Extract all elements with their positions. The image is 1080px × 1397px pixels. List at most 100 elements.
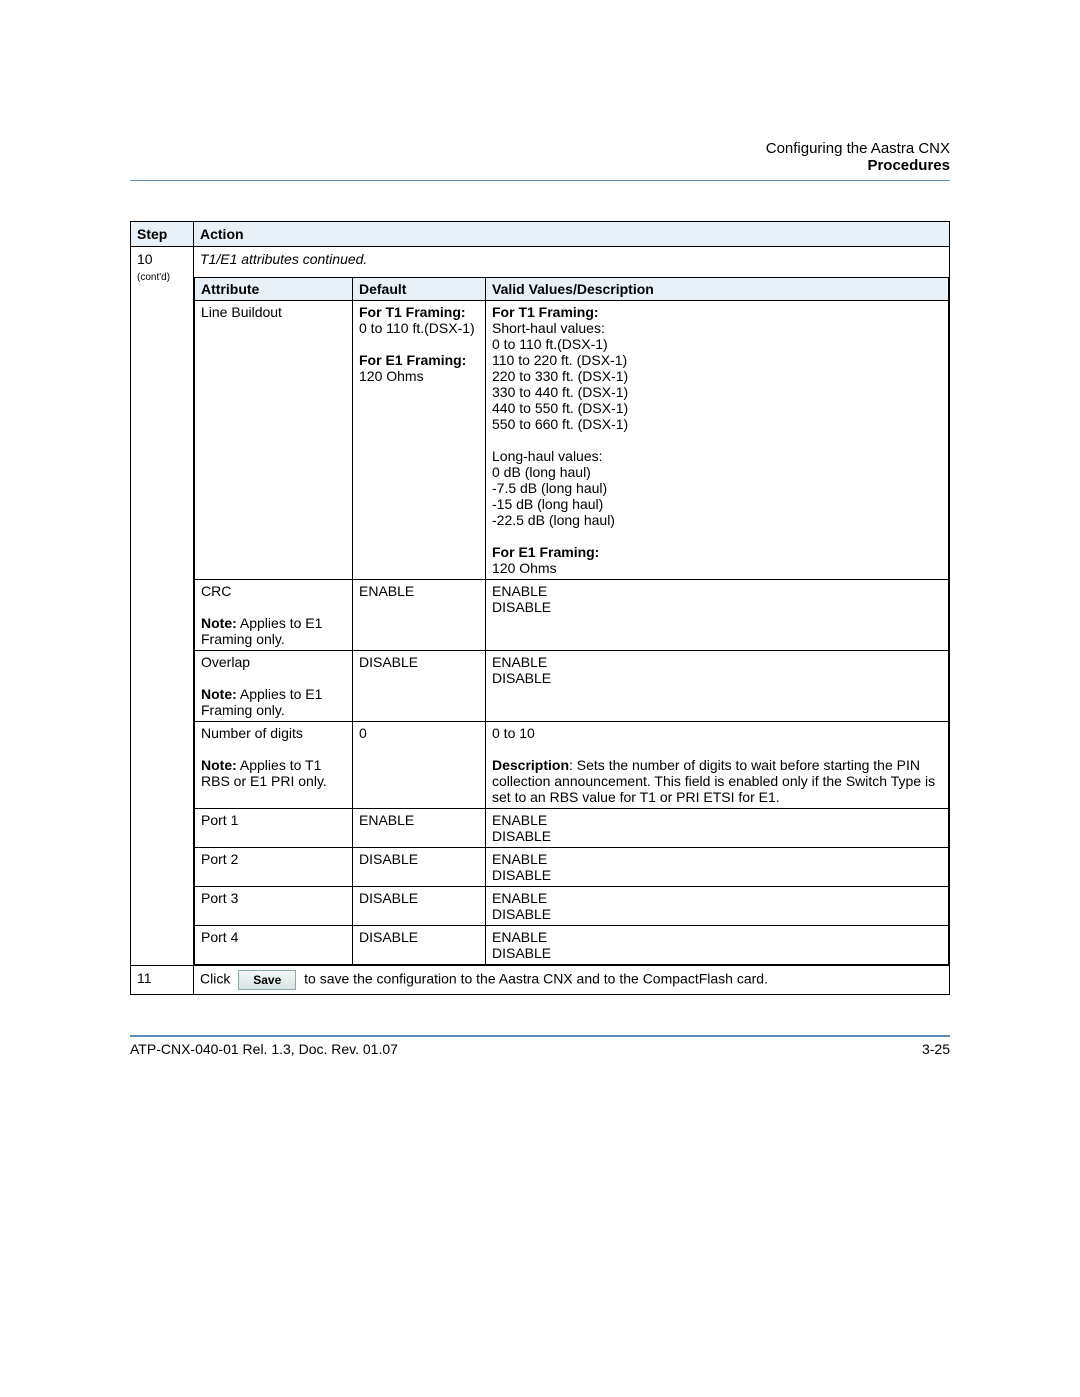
v2: DISABLE [492,828,551,844]
v-s1: 0 to 110 ft.(DSX-1) [492,336,608,352]
inner-header-row: Attribute Default Valid Values/Descripti… [195,278,949,301]
page-footer: ATP-CNX-040-01 Rel. 1.3, Doc. Rev. 01.07… [130,1035,950,1057]
desc-label: Description [492,757,569,773]
attr-valid: ENABLE DISABLE [486,580,949,651]
attr-default: DISABLE [353,887,486,926]
v-e1-label: For E1 Framing: [492,544,599,560]
row-port-2: Port 2 DISABLE ENABLE DISABLE [195,848,949,887]
attr-default: DISABLE [353,848,486,887]
attr-name: Port 2 [195,848,353,887]
def-t1-label: For T1 Framing: [359,304,466,320]
footer-rule [130,1035,950,1037]
attr-name: Overlap Note: Applies to E1 Framing only… [195,651,353,722]
row-port-3: Port 3 DISABLE ENABLE DISABLE [195,887,949,926]
row-crc: CRC Note: Applies to E1 Framing only. EN… [195,580,949,651]
attr-default: ENABLE [353,809,486,848]
footer-page-number: 3-25 [922,1041,950,1057]
v-l4: -22.5 dB (long haul) [492,512,615,528]
table-header-row: Step Action [131,222,950,247]
col-default: Default [353,278,486,301]
attr-name: Line Buildout [195,301,353,580]
step-10-row: 10 (cont'd) T1/E1 attributes continued. … [131,247,950,966]
attr-valid: 0 to 10 Description: Sets the number of … [486,722,949,809]
attr-valid: ENABLE DISABLE [486,651,949,722]
attr-valid: ENABLE DISABLE [486,926,949,965]
v2: DISABLE [492,906,551,922]
page: Configuring the Aastra CNX Procedures St… [0,0,1080,1397]
v-s5: 440 to 550 ft. (DSX-1) [492,400,628,416]
attr-default: 0 [353,722,486,809]
attr-valid: ENABLE DISABLE [486,887,949,926]
step-contd: (cont'd) [137,272,170,283]
step-number: 10 [137,251,153,267]
v2: DISABLE [492,599,551,615]
save-button[interactable]: Save [238,970,296,990]
attr-valid: For T1 Framing: Short-haul values: 0 to … [486,301,949,580]
attr-name: Port 1 [195,809,353,848]
col-valid: Valid Values/Description [486,278,949,301]
v1: ENABLE [492,929,547,945]
v-e1-val: 120 Ohms [492,560,557,576]
v1: ENABLE [492,583,547,599]
v1: ENABLE [492,851,547,867]
v2: DISABLE [492,867,551,883]
def-t1-val: 0 to 110 ft.(DSX-1) [359,320,475,336]
attr-name: Port 3 [195,887,353,926]
v-range: 0 to 10 [492,725,535,741]
row-num-digits: Number of digits Note: Applies to T1 RBS… [195,722,949,809]
col-attribute: Attribute [195,278,353,301]
v1: ENABLE [492,812,547,828]
attr-text: CRC [201,583,231,599]
row-port-1: Port 1 ENABLE ENABLE DISABLE [195,809,949,848]
attr-name: CRC Note: Applies to E1 Framing only. [195,580,353,651]
row-overlap: Overlap Note: Applies to E1 Framing only… [195,651,949,722]
v2: DISABLE [492,945,551,961]
attr-valid: ENABLE DISABLE [486,809,949,848]
attr-text: Number of digits [201,725,303,741]
v-s6: 550 to 660 ft. (DSX-1) [492,416,628,432]
header-chapter: Configuring the Aastra CNX [130,140,950,157]
attr-name: Port 4 [195,926,353,965]
attr-text: Overlap [201,654,250,670]
attr-default: DISABLE [353,926,486,965]
attr-valid: ENABLE DISABLE [486,848,949,887]
v-t1-label: For T1 Framing: [492,304,599,320]
header-rule [130,180,950,181]
step-11-row: 11 Click Save to save the configuration … [131,966,950,995]
header-section: Procedures [130,157,950,174]
col-action: Action [194,222,950,247]
v-s3: 220 to 330 ft. (DSX-1) [492,368,628,384]
attr-name: Number of digits Note: Applies to T1 RBS… [195,722,353,809]
v-l2: -7.5 dB (long haul) [492,480,607,496]
attr-default: DISABLE [353,651,486,722]
page-header: Configuring the Aastra CNX Procedures [130,140,950,174]
attributes-table: Attribute Default Valid Values/Descripti… [194,277,949,965]
v-l1: 0 dB (long haul) [492,464,591,480]
col-step: Step [131,222,194,247]
footer-doc-id: ATP-CNX-040-01 Rel. 1.3, Doc. Rev. 01.07 [130,1041,398,1057]
step-10-intro: T1/E1 attributes continued. [194,247,949,271]
save-rest-text: to save the configuration to the Aastra … [304,971,768,987]
v-short-label: Short-haul values: [492,320,605,336]
note-label: Note: [201,615,237,631]
v-l3: -15 dB (long haul) [492,496,603,512]
v-s2: 110 to 220 ft. (DSX-1) [492,352,627,368]
row-line-buildout: Line Buildout For T1 Framing: 0 to 110 f… [195,301,949,580]
step-11-number-cell: 11 [131,966,194,995]
attr-default: ENABLE [353,580,486,651]
step-10-action-cell: T1/E1 attributes continued. Attribute De… [194,247,950,966]
row-port-4: Port 4 DISABLE ENABLE DISABLE [195,926,949,965]
def-e1-label: For E1 Framing: [359,352,466,368]
note-label: Note: [201,686,237,702]
step-10-number-cell: 10 (cont'd) [131,247,194,966]
v-long-label: Long-haul values: [492,448,603,464]
click-text: Click [200,971,230,987]
v1: ENABLE [492,890,547,906]
def-e1-val: 120 Ohms [359,368,424,384]
v1: ENABLE [492,654,547,670]
step-11-action-cell: Click Save to save the configuration to … [194,966,950,995]
attr-default: For T1 Framing: 0 to 110 ft.(DSX-1) For … [353,301,486,580]
procedure-table: Step Action 10 (cont'd) T1/E1 attributes… [130,221,950,995]
v-s4: 330 to 440 ft. (DSX-1) [492,384,628,400]
v2: DISABLE [492,670,551,686]
